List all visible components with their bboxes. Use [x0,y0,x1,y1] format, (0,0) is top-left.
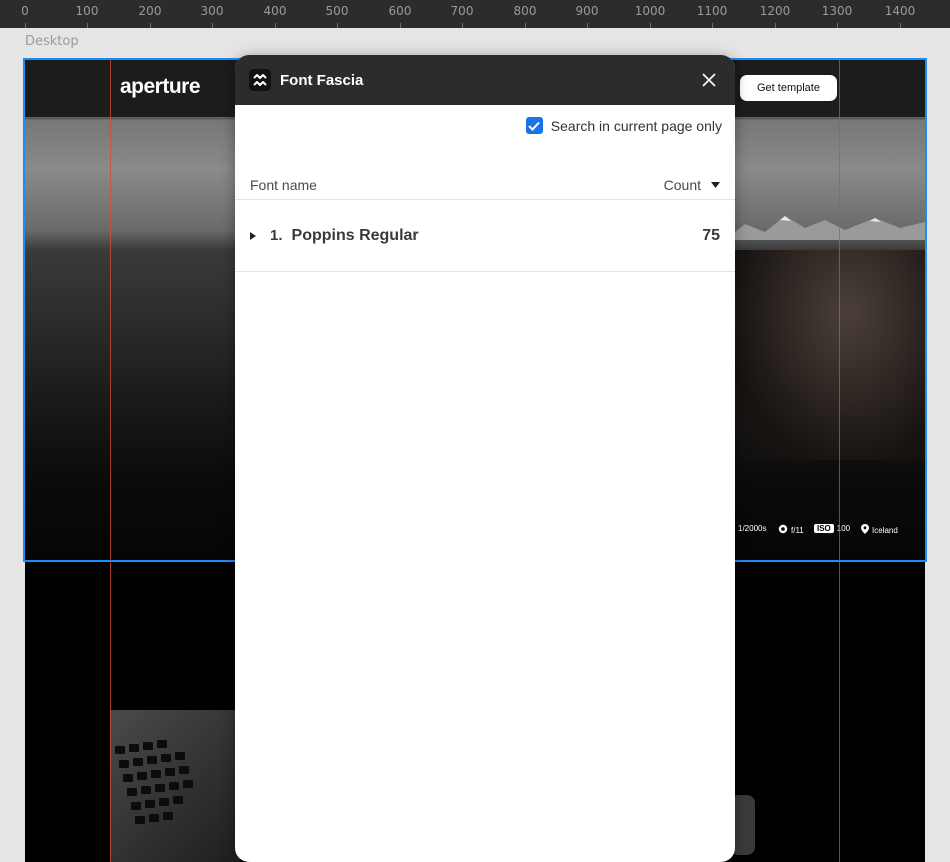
ruler-label: 700 [450,4,474,18]
ruler-label: 1100 [696,4,728,18]
ruler-label: 400 [263,4,287,18]
font-count: 75 [702,226,720,244]
ruler-label: 600 [388,4,412,18]
panel-title: Font Fascia [280,71,364,89]
count-sort-dropdown[interactable]: Count [664,177,720,193]
ruler-label: 1200 [759,4,791,18]
font-name-column-header[interactable]: Font name [250,177,317,193]
font-table-header: Font name Count [235,171,735,200]
ruler-label: 500 [325,4,349,18]
font-fascia-panel: Font Fascia Search in current page only … [235,55,735,862]
caret-down-icon [711,182,720,188]
font-name: Poppins Regular [291,226,419,244]
font-fascia-icon [249,69,271,91]
ruler-label: 1300 [821,4,853,18]
ruler-label: 100 [75,4,99,18]
search-current-page-checkbox[interactable] [525,117,543,134]
close-button[interactable] [699,70,719,90]
font-index: 1. [270,227,283,244]
ruler-label: 0 [21,4,29,18]
close-icon [702,73,716,87]
ruler-label: 200 [138,4,162,18]
keyboard-image [110,740,200,862]
count-column-header[interactable]: Count [664,177,701,193]
font-list-item[interactable]: 1. Poppins Regular 75 [235,200,735,272]
expand-caret-icon[interactable] [250,231,262,240]
ruler-label: 1000 [634,4,666,18]
ruler-label: 1400 [884,4,916,18]
search-current-page-label[interactable]: Search in current page only [551,118,722,134]
search-current-page-option[interactable]: Search in current page only [525,117,722,134]
frame-label[interactable]: Desktop [25,34,79,49]
checkmark-icon [528,121,541,131]
ruler-label: 800 [513,4,537,18]
ruler-label: 300 [200,4,224,18]
top-ruler: 0 100 200 300 400 500 600 700 800 900 10… [0,0,950,28]
panel-header: Font Fascia [235,55,735,105]
ruler-label: 900 [575,4,599,18]
